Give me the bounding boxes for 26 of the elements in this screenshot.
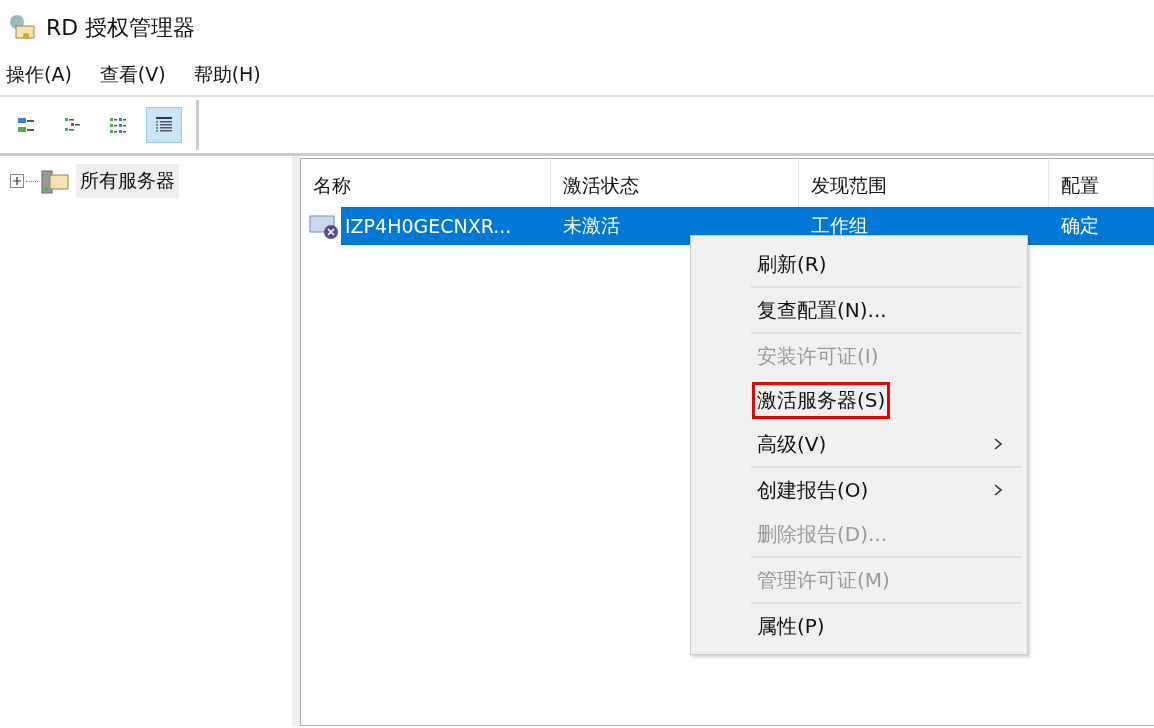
table-cell-text: 确定	[1061, 213, 1099, 238]
menu-item[interactable]: 操作(A)	[6, 60, 72, 90]
menu-item[interactable]: 激活服务器(S)	[691, 378, 1027, 422]
view-icon	[108, 115, 128, 135]
menu-item[interactable]: 高级(V)	[691, 422, 1027, 466]
menu-item[interactable]: 创建报告(O)	[691, 468, 1027, 512]
column-header[interactable]: 发现范围	[799, 159, 1049, 207]
menu-item[interactable]: 复查配置(N)...	[691, 288, 1027, 332]
expand-icon[interactable]	[10, 174, 24, 188]
menu-item[interactable]: 帮助(H)	[193, 60, 261, 90]
column-header[interactable]: 激活状态	[551, 159, 799, 207]
view-icon	[154, 115, 174, 135]
menu-item[interactable]: 查看(V)	[99, 60, 166, 90]
table-cell: IZP4H0GECNXR...	[345, 215, 512, 237]
window-title: RD 授权管理器	[46, 13, 196, 42]
menu-item[interactable]: 刷新(R)	[691, 242, 1027, 286]
server-icon	[40, 167, 70, 195]
column-header[interactable]: 配置	[1049, 159, 1154, 207]
tree-item[interactable]: 所有服务器	[76, 164, 179, 198]
certificate-icon	[8, 13, 36, 42]
column-header[interactable]: 名称	[301, 159, 551, 207]
view-icon	[16, 115, 36, 135]
view-button[interactable]	[146, 107, 182, 143]
table-cell-text: 未激活	[563, 213, 620, 238]
menu-item[interactable]: 属性(P)	[691, 604, 1027, 648]
table-cell-text: 工作组	[811, 213, 868, 238]
